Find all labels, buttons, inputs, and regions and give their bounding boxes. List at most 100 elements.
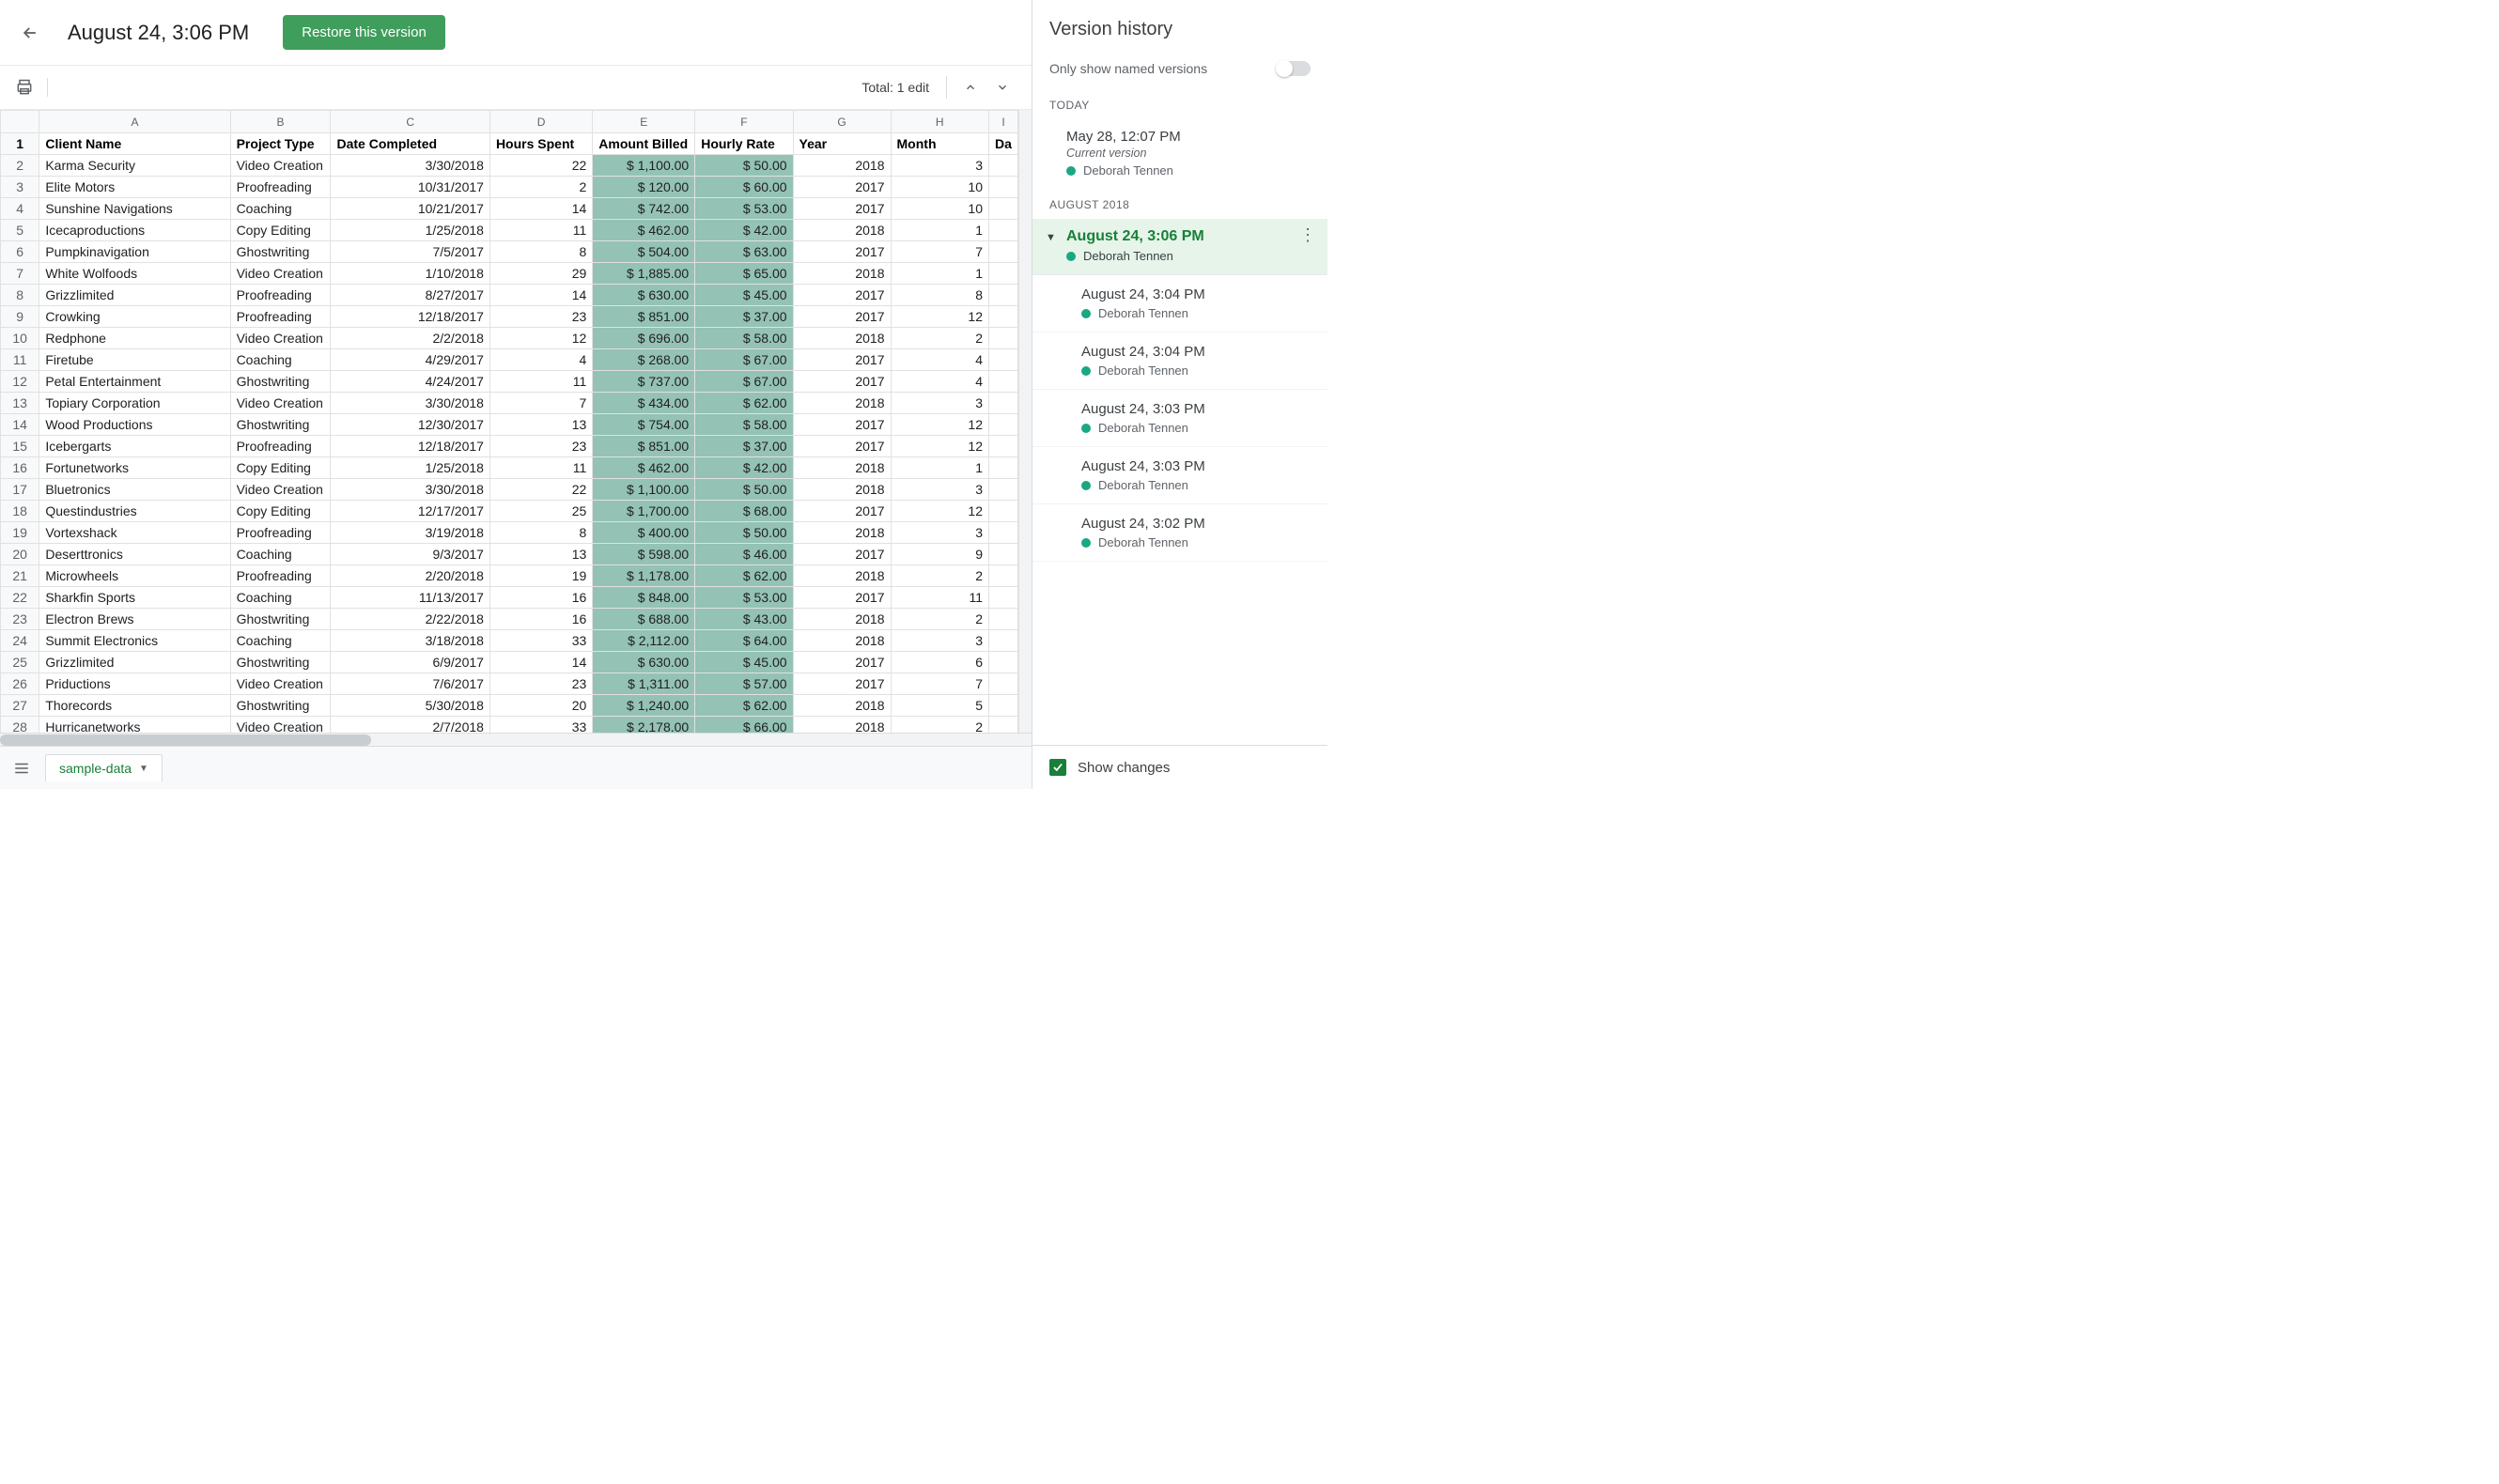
cell[interactable]	[989, 436, 1018, 457]
cell[interactable]: Elite Motors	[39, 177, 230, 198]
cell[interactable]: 11	[891, 587, 988, 609]
header-cell[interactable]: Da	[989, 133, 1018, 155]
cell[interactable]: 23	[489, 436, 592, 457]
cell[interactable]: Bluetronics	[39, 479, 230, 501]
cell[interactable]: 2017	[793, 673, 891, 695]
header-cell[interactable]: Date Completed	[331, 133, 489, 155]
cell[interactable]: $ 62.00	[695, 393, 793, 414]
cell[interactable]: 1	[891, 220, 988, 241]
restore-button[interactable]: Restore this version	[283, 15, 445, 50]
header-cell[interactable]: Amount Billed	[593, 133, 695, 155]
row-header[interactable]: 6	[1, 241, 39, 263]
row-header[interactable]: 21	[1, 565, 39, 587]
cell[interactable]: $ 268.00	[593, 349, 695, 371]
header-cell[interactable]: Hourly Rate	[695, 133, 793, 155]
cell[interactable]: 5/30/2018	[331, 695, 489, 717]
cell[interactable]: Video Creation	[230, 717, 331, 734]
cell[interactable]: $ 462.00	[593, 457, 695, 479]
cell[interactable]: Proofreading	[230, 436, 331, 457]
version-sub-item[interactable]: August 24, 3:03 PMDeborah Tennen	[1032, 390, 1327, 447]
spreadsheet-grid[interactable]: ABCDEFGHI1Client NameProject TypeDate Co…	[0, 110, 1018, 733]
cell[interactable]: $ 64.00	[695, 630, 793, 652]
cell[interactable]	[989, 155, 1018, 177]
cell[interactable]: Microwheels	[39, 565, 230, 587]
cell[interactable]: 16	[489, 609, 592, 630]
cell[interactable]	[989, 349, 1018, 371]
cell[interactable]: 2017	[793, 371, 891, 393]
cell[interactable]: $ 37.00	[695, 436, 793, 457]
cell[interactable]: 2017	[793, 198, 891, 220]
cell[interactable]: $ 851.00	[593, 306, 695, 328]
cell[interactable]: Petal Entertainment	[39, 371, 230, 393]
cell[interactable]: 22	[489, 155, 592, 177]
cell[interactable]: Coaching	[230, 587, 331, 609]
cell[interactable]: 8	[489, 241, 592, 263]
version-sub-item[interactable]: August 24, 3:04 PMDeborah Tennen	[1032, 275, 1327, 332]
cell[interactable]: $ 630.00	[593, 652, 695, 673]
row-header[interactable]: 1	[1, 133, 39, 155]
header-cell[interactable]: Project Type	[230, 133, 331, 155]
cell[interactable]: 4	[891, 371, 988, 393]
cell[interactable]	[989, 717, 1018, 734]
back-arrow-icon[interactable]	[19, 22, 41, 44]
cell[interactable]	[989, 306, 1018, 328]
column-header[interactable]: B	[230, 111, 331, 133]
cell[interactable]: Ghostwriting	[230, 371, 331, 393]
cell[interactable]: 3/30/2018	[331, 479, 489, 501]
expand-caret-icon[interactable]: ▼	[1046, 232, 1056, 243]
cell[interactable]: $ 1,700.00	[593, 501, 695, 522]
cell[interactable]: 13	[489, 544, 592, 565]
header-cell[interactable]: Client Name	[39, 133, 230, 155]
cell[interactable]: Ghostwriting	[230, 695, 331, 717]
cell[interactable]: 2017	[793, 587, 891, 609]
cell[interactable]: 2018	[793, 155, 891, 177]
cell[interactable]: Topiary Corporation	[39, 393, 230, 414]
cell[interactable]: 10/21/2017	[331, 198, 489, 220]
cell[interactable]: $ 63.00	[695, 241, 793, 263]
cell[interactable]: 12	[891, 306, 988, 328]
cell[interactable]: Proofreading	[230, 306, 331, 328]
cell[interactable]: Video Creation	[230, 328, 331, 349]
cell[interactable]: 2017	[793, 177, 891, 198]
cell[interactable]: 3	[891, 479, 988, 501]
cell[interactable]: 2017	[793, 501, 891, 522]
cell[interactable]	[989, 630, 1018, 652]
cell[interactable]: Sharkfin Sports	[39, 587, 230, 609]
cell[interactable]: Proofreading	[230, 565, 331, 587]
cell[interactable]: $ 1,100.00	[593, 479, 695, 501]
next-edit-icon[interactable]	[988, 73, 1017, 101]
column-header[interactable]: F	[695, 111, 793, 133]
cell[interactable]	[989, 457, 1018, 479]
cell[interactable]: $ 58.00	[695, 414, 793, 436]
cell[interactable]: Grizzlimited	[39, 652, 230, 673]
row-header[interactable]: 20	[1, 544, 39, 565]
cell[interactable]: 14	[489, 652, 592, 673]
row-header[interactable]: 5	[1, 220, 39, 241]
cell[interactable]: Firetube	[39, 349, 230, 371]
cell[interactable]: $ 2,178.00	[593, 717, 695, 734]
row-header[interactable]: 10	[1, 328, 39, 349]
header-cell[interactable]: Year	[793, 133, 891, 155]
header-cell[interactable]: Hours Spent	[489, 133, 592, 155]
cell[interactable]: Deserttronics	[39, 544, 230, 565]
cell[interactable]: 7/6/2017	[331, 673, 489, 695]
cell[interactable]: 2017	[793, 349, 891, 371]
cell[interactable]: $ 504.00	[593, 241, 695, 263]
column-header[interactable]: D	[489, 111, 592, 133]
cell[interactable]: $ 851.00	[593, 436, 695, 457]
version-sub-item[interactable]: August 24, 3:02 PMDeborah Tennen	[1032, 504, 1327, 562]
row-header[interactable]: 18	[1, 501, 39, 522]
cell[interactable]: Sunshine Navigations	[39, 198, 230, 220]
version-item-current[interactable]: May 28, 12:07 PM Current version Deborah…	[1032, 119, 1327, 189]
only-named-toggle[interactable]	[1277, 61, 1311, 76]
cell[interactable]: 8	[489, 522, 592, 544]
cell[interactable]: Copy Editing	[230, 501, 331, 522]
column-header[interactable]: C	[331, 111, 489, 133]
cell[interactable]: 4/29/2017	[331, 349, 489, 371]
cell[interactable]: 2017	[793, 652, 891, 673]
row-header[interactable]: 17	[1, 479, 39, 501]
cell[interactable]: 2	[891, 328, 988, 349]
more-options-icon[interactable]: ⋮	[1299, 232, 1316, 238]
cell[interactable]: 2018	[793, 220, 891, 241]
cell[interactable]: 14	[489, 198, 592, 220]
